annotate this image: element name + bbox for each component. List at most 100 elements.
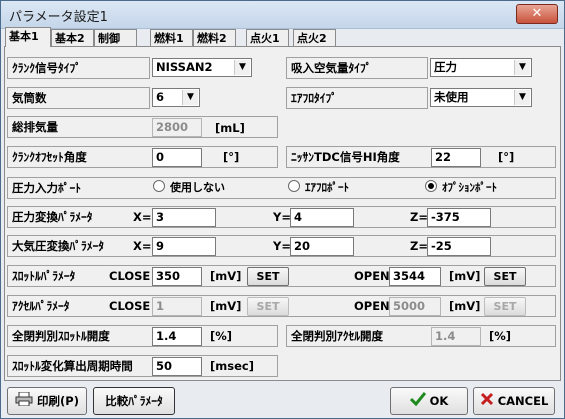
accel-closed-label: 全閉判別ｱｸｾﾙ開度 (291, 329, 383, 343)
pressure-z-field[interactable]: -375 (427, 208, 491, 227)
radio-not-used[interactable]: 使用しない (153, 180, 225, 196)
atmos-conversion-label: 大気圧変換ﾊﾟﾗﾒｰﾀ (12, 239, 104, 253)
z-label: Z= (410, 210, 428, 224)
x-label: X= (133, 210, 152, 224)
title-bar: パラメータ設定1 ✕ (1, 1, 564, 29)
accel-close-field[interactable]: 1 (152, 297, 202, 316)
radio-not-used-label: 使用しない (170, 181, 225, 194)
throttle-open-field[interactable]: 3544 (389, 267, 441, 286)
x-icon (480, 389, 494, 415)
nissan-tdc-field[interactable]: 22 (431, 148, 481, 167)
chevron-down-icon: ▼ (182, 90, 198, 105)
tab-basic1[interactable]: 基本1 (5, 27, 51, 47)
radio-airflow-port-label: ｴｱﾌﾛﾎﾟｰﾄ (305, 181, 349, 194)
accel-open-field[interactable]: 5000 (389, 297, 441, 316)
printer-icon (15, 389, 33, 415)
nissan-tdc-row: ﾆｯｻﾝTDC信号HI角度 (286, 146, 556, 168)
pressure-y-field[interactable]: 4 (290, 208, 354, 227)
parameter-settings-window: パラメータ設定1 ✕ 基本1 基本2 制御 燃料1 燃料2 点火1 点火2 ｸﾗ… (0, 0, 565, 419)
accel-close-unit: [mV] (210, 299, 242, 313)
accel-closed-field[interactable]: 1.4 (431, 327, 481, 346)
tab-ignition2[interactable]: 点火2 (293, 29, 336, 46)
pressure-input-port-label: 圧力入力ﾎﾟｰﾄ (12, 181, 81, 195)
throttle-param-label: ｽﾛｯﾄﾙﾊﾟﾗﾒｰﾀ (12, 269, 76, 283)
accel-param-label: ｱｸｾﾙﾊﾟﾗﾒｰﾀ (12, 299, 70, 313)
displacement-unit: [mL] (215, 121, 245, 135)
throttle-closed-row: 全閉判別ｽﾛｯﾄﾙ開度 (7, 325, 278, 347)
radio-circle (153, 180, 165, 192)
accel-open-label: OPEN (354, 299, 390, 313)
radio-airflow-port[interactable]: ｴｱﾌﾛﾎﾟｰﾄ (288, 180, 349, 196)
atmos-z-field[interactable]: -25 (427, 237, 491, 256)
throttle-close-unit: [mV] (210, 269, 242, 283)
crank-signal-type-value: NISSAN2 (156, 60, 213, 74)
throttle-closed-label: 全閉判別ｽﾛｯﾄﾙ開度 (12, 329, 110, 343)
throttle-open-unit: [mV] (449, 269, 481, 283)
displacement-label: 総排気量 (12, 120, 58, 134)
chevron-down-icon: ▼ (234, 60, 250, 75)
crank-signal-type-label: ｸﾗﾝｸ信号ﾀｲﾌﾟ (7, 57, 150, 79)
ok-label: OK (429, 394, 449, 408)
accel-close-set-button[interactable]: SET (247, 297, 289, 316)
window-title: パラメータ設定1 (9, 10, 108, 25)
throttle-close-set-button[interactable]: SET (247, 267, 289, 286)
radio-option-port[interactable]: ｵﾌﾟｼｮﾝﾎﾟｰﾄ (425, 180, 497, 196)
checkmark-icon (409, 389, 426, 415)
accel-open-set-button[interactable]: SET (484, 297, 526, 316)
print-button[interactable]: 印刷(P) (7, 387, 87, 415)
cancel-label: CANCEL (497, 394, 549, 408)
throttle-close-field[interactable]: 350 (152, 267, 202, 286)
throttle-closed-unit: [%] (210, 329, 233, 343)
accel-closed-unit: [%] (489, 329, 512, 343)
tab-control[interactable]: 制御 (94, 29, 137, 46)
intake-air-type-value: 圧力 (434, 60, 457, 74)
chevron-down-icon: ▼ (514, 60, 530, 75)
basic1-panel: ｸﾗﾝｸ信号ﾀｲﾌﾟ NISSAN2 ▼ 吸入空気量ﾀｲﾌﾟ 圧力 ▼ 気筒数 … (4, 46, 561, 381)
accel-open-unit: [mV] (449, 299, 481, 313)
accel-closed-row: 全閉判別ｱｸｾﾙ開度 (286, 325, 556, 347)
nissan-tdc-unit: [°] (498, 150, 515, 164)
throttle-open-label: OPEN (354, 269, 390, 283)
z-label: Z= (410, 239, 428, 253)
x-label: X= (133, 239, 152, 253)
ok-button[interactable]: OK (390, 387, 468, 415)
y-label: Y= (273, 210, 291, 224)
air-flow-type-value: 未使用 (434, 90, 469, 104)
radio-option-port-label: ｵﾌﾟｼｮﾝﾎﾟｰﾄ (442, 181, 497, 194)
throttle-close-label: CLOSE (109, 269, 151, 283)
atmos-y-field[interactable]: 20 (290, 237, 354, 256)
throttle-open-set-button[interactable]: SET (484, 267, 526, 286)
print-label: 印刷(P) (37, 394, 79, 408)
throttle-period-label: ｽﾛｯﾄﾙ変化算出周期時間 (12, 359, 133, 373)
crank-offset-unit: [°] (223, 150, 240, 164)
throttle-period-unit: [msec] (210, 359, 254, 373)
tab-fuel1[interactable]: 燃料1 (150, 29, 193, 46)
throttle-period-field[interactable]: 50 (152, 357, 202, 376)
air-flow-type-select[interactable]: 未使用 ▼ (430, 88, 532, 107)
compare-params-button[interactable]: 比較ﾊﾟﾗﾒｰﾀ (93, 387, 175, 415)
throttle-closed-field[interactable]: 1.4 (152, 327, 202, 346)
crank-offset-label: ｸﾗﾝｸｵﾌｾｯﾄ角度 (12, 150, 87, 164)
accel-close-label: CLOSE (109, 299, 151, 313)
atmos-x-field[interactable]: 9 (152, 237, 216, 256)
tab-fuel2[interactable]: 燃料2 (193, 29, 236, 46)
intake-air-type-select[interactable]: 圧力 ▼ (430, 58, 532, 77)
radio-circle-selected (425, 180, 437, 192)
cylinder-count-select[interactable]: 6 ▼ (152, 88, 200, 107)
crank-offset-field[interactable]: 0 (152, 148, 202, 167)
tab-ignition1[interactable]: 点火1 (246, 29, 289, 46)
cylinder-count-value: 6 (156, 90, 165, 104)
nissan-tdc-label: ﾆｯｻﾝTDC信号HI角度 (291, 150, 400, 164)
chevron-down-icon: ▼ (514, 90, 530, 105)
cylinder-count-label: 気筒数 (7, 87, 150, 109)
pressure-conversion-label: 圧力変換ﾊﾟﾗﾒｰﾀ (12, 210, 93, 224)
displacement-field[interactable]: 2800 (152, 118, 202, 137)
crank-signal-type-select[interactable]: NISSAN2 ▼ (152, 58, 252, 77)
pressure-x-field[interactable]: 3 (152, 208, 216, 227)
cancel-button[interactable]: CANCEL (473, 387, 555, 415)
air-flow-type-label: ｴｱﾌﾛﾀｲﾌﾟ (286, 87, 428, 109)
close-button[interactable]: ✕ (516, 4, 558, 24)
radio-circle (288, 180, 300, 192)
y-label: Y= (273, 239, 291, 253)
tab-basic2[interactable]: 基本2 (51, 29, 94, 46)
